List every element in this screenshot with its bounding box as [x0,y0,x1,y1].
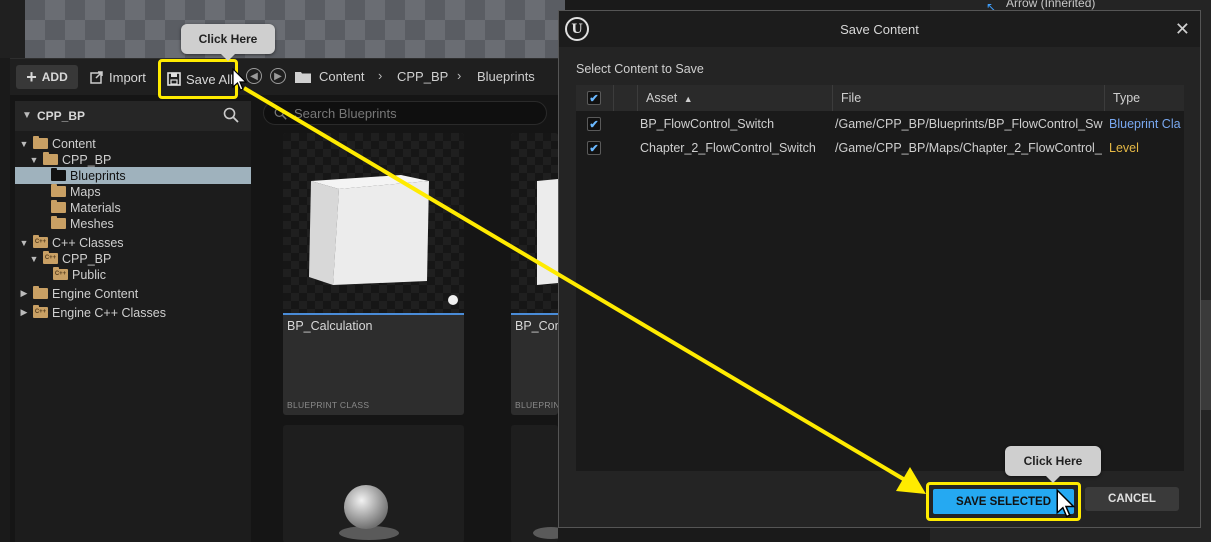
screen: ↖ Arrow (Inherited) + ADD Import Save Al… [0,0,1211,542]
click-here-callout: Click Here [1005,446,1101,483]
click-here-callout: Click Here [181,24,275,61]
mouse-cursor-icon [232,68,248,91]
mouse-cursor-icon [1056,488,1076,518]
